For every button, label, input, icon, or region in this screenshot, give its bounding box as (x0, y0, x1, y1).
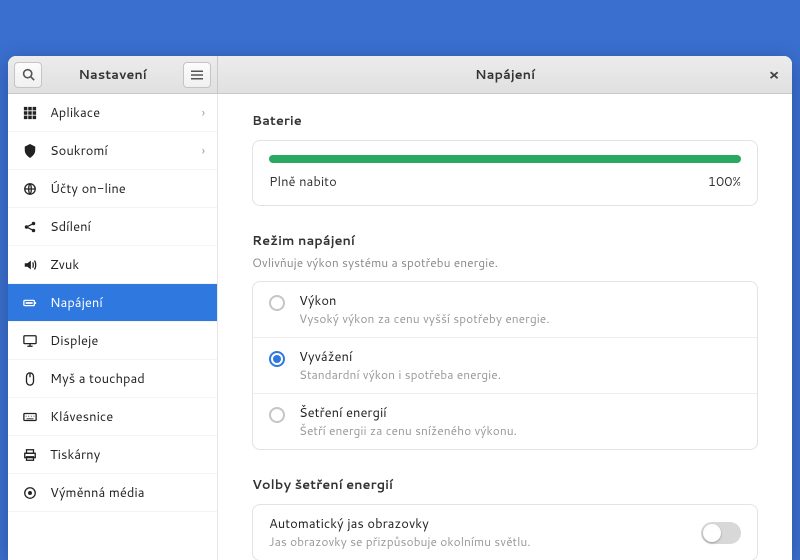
sidebar-item-label: Účty on-line (50, 180, 126, 198)
nav-icon (22, 105, 38, 121)
settings-window: Nastavení Napájení × Aplikace › Soukromí › Ú… (8, 56, 792, 560)
sidebar-item-myš-a-touchpad[interactable]: Myš a touchpad (8, 360, 217, 398)
window-body: Aplikace › Soukromí › Účty on-line Sdílení Zvu… (8, 94, 792, 560)
auto-brightness-texts: Automatický jas obrazovky Jas obrazovky … (269, 515, 701, 550)
menu-button[interactable] (183, 62, 211, 88)
battery-section-title: Baterie (252, 112, 758, 130)
sidebar-item-tiskárny[interactable]: Tiskárny (8, 436, 217, 474)
nav-icon (22, 181, 38, 197)
radio-title: Výkon (299, 292, 550, 310)
radio-icon (269, 295, 285, 311)
sidebar: Aplikace › Soukromí › Účty on-line Sdílení Zvu… (8, 94, 218, 560)
radio-desc: Šetří energii za cenu sníženého výkonu. (299, 422, 517, 439)
battery-status-text: Plně nabito (269, 173, 337, 191)
nav-icon (22, 485, 38, 501)
sidebar-item-soukromí[interactable]: Soukromí › (8, 132, 217, 170)
right-title: Napájení (218, 66, 792, 84)
power-mode-option[interactable]: Šetření energiíŠetří energii za cenu sní… (253, 394, 757, 449)
chevron-right-icon: › (202, 104, 205, 121)
nav-icon (22, 447, 38, 463)
sidebar-item-výměnná-média[interactable]: Výměnná média (8, 474, 217, 512)
sidebar-item-sdílení[interactable]: Sdílení (8, 208, 217, 246)
radio-texts: VýkonVysoký výkon za cenu vyšší spotřeby… (299, 292, 550, 327)
sidebar-item-aplikace[interactable]: Aplikace › (8, 94, 217, 132)
nav-icon (22, 371, 38, 387)
power-saving-section-title: Volby šetření energií (252, 476, 758, 494)
nav-icon (22, 333, 38, 349)
power-mode-list: VýkonVysoký výkon za cenu vyšší spotřeby… (252, 281, 758, 450)
auto-brightness-row: Automatický jas obrazovky Jas obrazovky … (252, 504, 758, 560)
headerbar-left: Nastavení (8, 56, 218, 93)
radio-title: Šetření energií (299, 404, 517, 422)
battery-card: Plně nabito 100% (252, 140, 758, 206)
nav-icon (22, 409, 38, 425)
auto-brightness-desc: Jas obrazovky se přizpůsobuje okolnímu s… (269, 533, 701, 550)
sidebar-item-displeje[interactable]: Displeje (8, 322, 217, 360)
nav-icon (22, 257, 38, 273)
battery-percent: 100% (708, 173, 741, 191)
battery-bar-track (269, 155, 741, 163)
sidebar-item-label: Sdílení (50, 218, 91, 236)
sidebar-item-label: Myš a touchpad (50, 370, 145, 388)
sidebar-item-účty-on-line[interactable]: Účty on-line (8, 170, 217, 208)
search-button[interactable] (14, 62, 42, 88)
radio-desc: Standardní výkon i spotřeba energie. (299, 366, 501, 383)
sidebar-item-klávesnice[interactable]: Klávesnice (8, 398, 217, 436)
sidebar-item-label: Napájení (50, 294, 103, 312)
sidebar-item-label: Zvuk (50, 256, 79, 274)
auto-brightness-toggle[interactable] (701, 522, 741, 544)
power-mode-option[interactable]: VyváženíStandardní výkon i spotřeba ener… (253, 338, 757, 394)
sidebar-item-label: Výměnná média (50, 484, 145, 502)
radio-icon (269, 351, 285, 367)
sidebar-item-napájení[interactable]: Napájení (8, 284, 217, 322)
radio-title: Vyvážení (299, 348, 501, 366)
sidebar-item-zvuk[interactable]: Zvuk (8, 246, 217, 284)
sidebar-item-label: Tiskárny (50, 446, 100, 464)
radio-texts: VyváženíStandardní výkon i spotřeba ener… (299, 348, 501, 383)
content-area: Baterie Plně nabito 100% Režim napájení … (218, 94, 792, 560)
auto-brightness-title: Automatický jas obrazovky (269, 515, 701, 533)
power-mode-option[interactable]: VýkonVysoký výkon za cenu vyšší spotřeby… (253, 282, 757, 338)
close-icon: × (769, 64, 780, 85)
sidebar-item-label: Soukromí (50, 142, 108, 160)
sidebar-item-label: Displeje (50, 332, 98, 350)
radio-desc: Vysoký výkon za cenu vyšší spotřeby ener… (299, 310, 550, 327)
nav-icon (22, 143, 38, 159)
headerbar-right: Napájení × (218, 56, 792, 93)
sidebar-item-label: Aplikace (50, 104, 100, 122)
close-button[interactable]: × (764, 65, 784, 85)
sidebar-item-label: Klávesnice (50, 408, 113, 426)
nav-icon (22, 219, 38, 235)
hamburger-icon (191, 69, 203, 81)
battery-status-row: Plně nabito 100% (269, 173, 741, 191)
left-title: Nastavení (48, 66, 177, 84)
nav-icon (22, 295, 38, 311)
headerbar: Nastavení Napájení × (8, 56, 792, 94)
radio-texts: Šetření energiíŠetří energii za cenu sní… (299, 404, 517, 439)
radio-icon (269, 407, 285, 423)
chevron-right-icon: › (202, 142, 205, 159)
search-icon (22, 68, 35, 81)
power-mode-section-title: Režim napájení (252, 232, 758, 250)
power-mode-section-subtitle: Ovlivňuje výkon systému a spotřebu energ… (252, 254, 758, 271)
battery-bar-fill (269, 155, 741, 163)
